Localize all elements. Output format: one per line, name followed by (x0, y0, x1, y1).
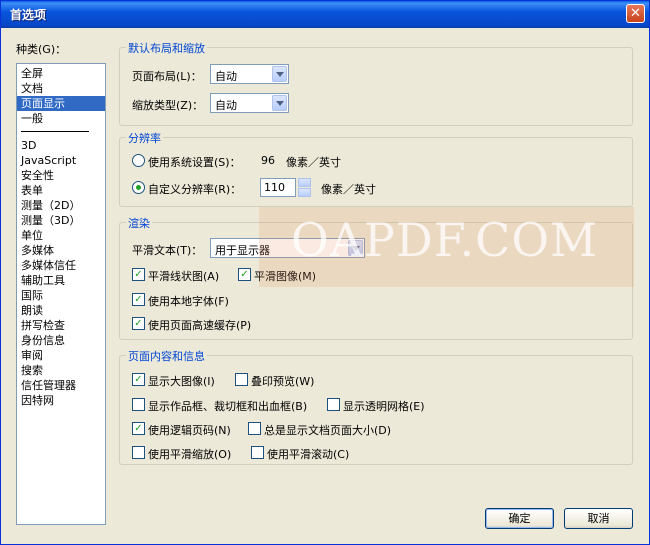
close-button[interactable]: ✕ (626, 4, 645, 23)
category-item[interactable]: 朗读 (17, 303, 105, 318)
smooth-text-label: 平滑文本(T)： (132, 244, 203, 257)
category-item[interactable]: 审阅 (17, 348, 105, 363)
show-transparency-grid-checkbox[interactable] (327, 398, 340, 411)
watermark-text: OAPDF.COM (291, 213, 599, 267)
show-art-boxes-checkbox[interactable] (132, 398, 145, 411)
system-resolution-unit: 像素／英寸 (286, 156, 341, 169)
always-show-page-size-checkbox[interactable] (248, 422, 261, 435)
zoom-type-value: 自动 (215, 99, 237, 112)
category-item[interactable]: 文档 (17, 81, 105, 96)
custom-resolution-radio[interactable] (132, 181, 145, 194)
page-layout-value: 自动 (215, 70, 237, 83)
system-resolution-value: 96 (261, 154, 275, 167)
page-content-group-title: 页面内容和信息 (126, 348, 207, 364)
category-item[interactable]: 全屏 (17, 66, 105, 81)
smooth-scroll-label: 使用平滑滚动(C) (267, 448, 350, 461)
show-large-images-label: 显示大图像(I) (148, 375, 215, 388)
spin-down-button[interactable] (298, 188, 311, 197)
category-item[interactable]: 辅助工具 (17, 273, 105, 288)
category-label: 种类(G)： (16, 43, 67, 56)
category-item[interactable]: 国际 (17, 288, 105, 303)
smooth-zoom-label: 使用平滑缩放(O) (148, 448, 232, 461)
custom-resolution-unit: 像素／英寸 (321, 183, 376, 196)
show-large-images-checkbox[interactable]: ✓ (132, 373, 145, 386)
layout-zoom-group-title: 默认布局和缩放 (126, 40, 207, 56)
show-transparency-grid-label: 显示透明网格(E) (343, 400, 425, 413)
category-item[interactable]: 拼写检查 (17, 318, 105, 333)
smooth-line-art-checkbox[interactable]: ✓ (132, 268, 145, 281)
title-bar[interactable]: 首选项 ✕ (1, 1, 649, 28)
smooth-images-checkbox[interactable]: ✓ (238, 268, 251, 281)
overprint-preview-label: 叠印预览(W) (251, 375, 315, 388)
chevron-down-icon[interactable] (272, 95, 287, 111)
show-art-boxes-label: 显示作品框、裁切框和出血框(B) (148, 400, 308, 413)
page-cache-checkbox[interactable]: ✓ (132, 317, 145, 330)
category-item[interactable]: 搜索 (17, 363, 105, 378)
local-fonts-checkbox[interactable]: ✓ (132, 293, 145, 306)
zoom-type-select[interactable]: 自动 (210, 93, 289, 113)
page-layout-select[interactable]: 自动 (210, 64, 289, 84)
smooth-line-art-label: 平滑线状图(A) (148, 270, 220, 283)
smooth-scroll-checkbox[interactable] (251, 446, 264, 459)
page-layout-label: 页面布局(L)： (132, 70, 202, 83)
close-icon: ✕ (630, 6, 641, 21)
system-resolution-radio[interactable] (132, 154, 145, 167)
ok-button[interactable]: 确定 (485, 508, 554, 529)
layout-zoom-group: 默认布局和缩放 (119, 40, 633, 126)
category-item[interactable]: 安全性 (17, 168, 105, 183)
category-item[interactable]: 测量（2D） (17, 198, 105, 213)
local-fonts-label: 使用本地字体(F) (148, 295, 229, 308)
category-item[interactable]: JavaScript (17, 153, 105, 168)
zoom-type-label: 缩放类型(Z)： (132, 99, 204, 112)
category-item[interactable]: 测量（3D） (17, 213, 105, 228)
category-item[interactable]: 多媒体 (17, 243, 105, 258)
category-item[interactable]: 信任管理器 (17, 378, 105, 393)
category-item[interactable]: 表单 (17, 183, 105, 198)
smooth-zoom-checkbox[interactable] (132, 446, 145, 459)
category-item[interactable]: 单位 (17, 228, 105, 243)
cancel-button[interactable]: 取消 (564, 508, 633, 529)
logical-page-numbers-checkbox[interactable]: ✓ (132, 422, 145, 435)
rendering-group-title: 渲染 (126, 215, 152, 231)
logical-page-numbers-label: 使用逻辑页码(N) (148, 424, 231, 437)
category-list[interactable]: 全屏 文档 页面显示 一般 3D JavaScript 安全性 表单 测量（2D） 测量（3D）单… (16, 63, 106, 525)
category-item[interactable]: 多媒体信任 (17, 258, 105, 273)
custom-resolution-value: 110 (264, 181, 285, 194)
category-item[interactable]: 3D (17, 138, 105, 153)
overprint-preview-checkbox[interactable] (235, 373, 248, 386)
category-item[interactable]: 因特网 (17, 393, 105, 408)
spin-up-button[interactable] (298, 178, 311, 187)
category-item[interactable]: 页面显示 (17, 96, 105, 111)
resolution-group-title: 分辨率 (126, 130, 163, 146)
preferences-dialog: 首选项 ✕ 种类(G)： 全屏 文档 页面显示 一般 3D JavaScript 安全性 表单… (0, 0, 650, 545)
category-item[interactable]: 一般 (17, 111, 105, 126)
chevron-down-icon[interactable] (272, 66, 287, 82)
category-separator (21, 131, 89, 132)
custom-resolution-label: 自定义分辨率(R)： (148, 183, 242, 196)
always-show-page-size-label: 总是显示文档页面大小(D) (264, 424, 392, 437)
system-resolution-label: 使用系统设置(S)： (148, 156, 241, 169)
window-title: 首选项 (10, 8, 47, 22)
category-item[interactable]: 身份信息 (17, 333, 105, 348)
custom-resolution-input[interactable]: 110 (260, 178, 296, 197)
page-cache-label: 使用页面高速缓存(P) (148, 319, 252, 332)
